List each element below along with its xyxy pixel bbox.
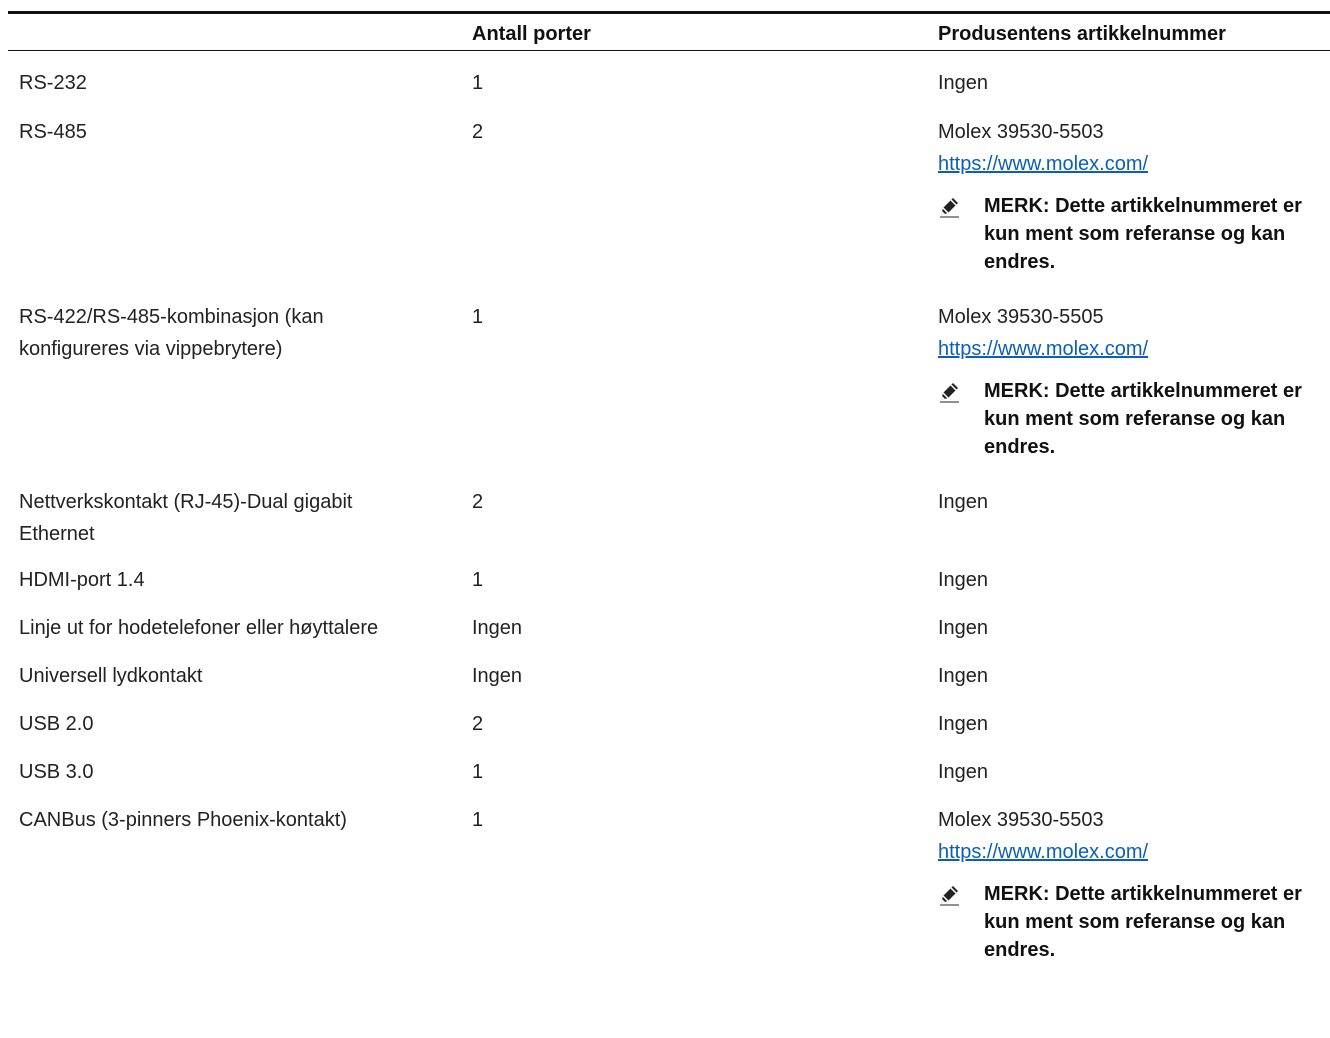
table-row: CANBus (3-pinners Phoenix-kontakt) 1 Mol… xyxy=(8,804,1330,964)
port-count: 2 xyxy=(472,713,484,735)
note-text: MERK: Dette artikkelnummeret er kun ment… xyxy=(984,380,1302,458)
part-number: Ingen xyxy=(938,713,989,735)
part-number: Ingen xyxy=(938,72,989,94)
molex-link[interactable]: https://www.molex.com/ xyxy=(938,836,1330,868)
table-row: Universell lydkontakt Ingen Ingen xyxy=(8,660,1330,708)
table-row: USB 3.0 1 Ingen xyxy=(8,756,1330,804)
note-text: MERK: Dette artikkelnummeret er kun ment… xyxy=(984,883,1302,961)
molex-link[interactable]: https://www.molex.com/ xyxy=(938,333,1330,365)
port-type: RS-232 xyxy=(19,72,87,94)
port-count: 1 xyxy=(472,72,484,94)
molex-link[interactable]: https://www.molex.com/ xyxy=(938,148,1330,180)
port-count: 1 xyxy=(472,761,484,783)
table-row: RS-232 1 Ingen xyxy=(8,51,1330,99)
table-row: RS-485 2 Molex 39530-5503 https://www.mo… xyxy=(8,99,1330,292)
part-number: Ingen xyxy=(938,761,989,783)
port-count: 1 xyxy=(472,306,484,328)
port-count: 2 xyxy=(472,491,484,513)
header-port-count: Antall porter xyxy=(472,23,591,45)
table-row: RS-422/RS-485-kombinasjon (kan konfigure… xyxy=(8,292,1330,477)
port-type: HDMI-port 1.4 xyxy=(19,569,145,591)
part-number: Ingen xyxy=(938,665,989,687)
part-number-cell: Molex 39530-5503 https://www.molex.com/ … xyxy=(938,804,1330,964)
note-block: MERK: Dette artikkelnummeret er kun ment… xyxy=(938,192,1330,276)
note-block: MERK: Dette artikkelnummeret er kun ment… xyxy=(938,880,1330,964)
pencil-note-icon xyxy=(938,884,984,914)
part-number-cell: Molex 39530-5505 https://www.molex.com/ … xyxy=(938,301,1330,461)
table-row: Nettverkskontakt (RJ-45)-Dual gigabit Et… xyxy=(8,477,1330,564)
ports-table: Antall porter Produsentens artikkelnumme… xyxy=(8,11,1330,964)
port-count: Ingen xyxy=(472,617,523,639)
port-type: USB 2.0 xyxy=(19,713,94,735)
part-number: Molex 39530-5503 xyxy=(938,809,1104,831)
port-type: Universell lydkontakt xyxy=(19,665,203,687)
part-number: Molex 39530-5503 xyxy=(938,121,1104,143)
port-count: Ingen xyxy=(472,665,523,687)
port-type: RS-485 xyxy=(19,121,87,143)
port-type: RS-422/RS-485-kombinasjon (kan konfigure… xyxy=(19,306,324,360)
table-header: Antall porter Produsentens artikkelnumme… xyxy=(8,14,1330,51)
port-type: USB 3.0 xyxy=(19,761,94,783)
table-row: HDMI-port 1.4 1 Ingen xyxy=(8,564,1330,612)
port-type: Linje ut for hodetelefoner eller høyttal… xyxy=(19,617,379,639)
pencil-note-icon xyxy=(938,196,984,226)
table-row: Linje ut for hodetelefoner eller høyttal… xyxy=(8,612,1330,660)
part-number: Ingen xyxy=(938,491,989,513)
port-type: Nettverkskontakt (RJ-45)-Dual gigabit Et… xyxy=(19,491,353,545)
part-number-cell: Molex 39530-5503 https://www.molex.com/ … xyxy=(938,116,1330,276)
pencil-note-icon xyxy=(938,381,984,411)
port-count: 1 xyxy=(472,569,484,591)
part-number: Ingen xyxy=(938,569,989,591)
port-count: 2 xyxy=(472,121,484,143)
part-number: Molex 39530-5505 xyxy=(938,306,1104,328)
note-text: MERK: Dette artikkelnummeret er kun ment… xyxy=(984,195,1302,273)
port-type: CANBus (3-pinners Phoenix-kontakt) xyxy=(19,809,347,831)
port-count: 1 xyxy=(472,809,484,831)
part-number: Ingen xyxy=(938,617,989,639)
note-block: MERK: Dette artikkelnummeret er kun ment… xyxy=(938,377,1330,461)
table-row: USB 2.0 2 Ingen xyxy=(8,708,1330,756)
header-part-number: Produsentens artikkelnummer xyxy=(938,23,1226,45)
